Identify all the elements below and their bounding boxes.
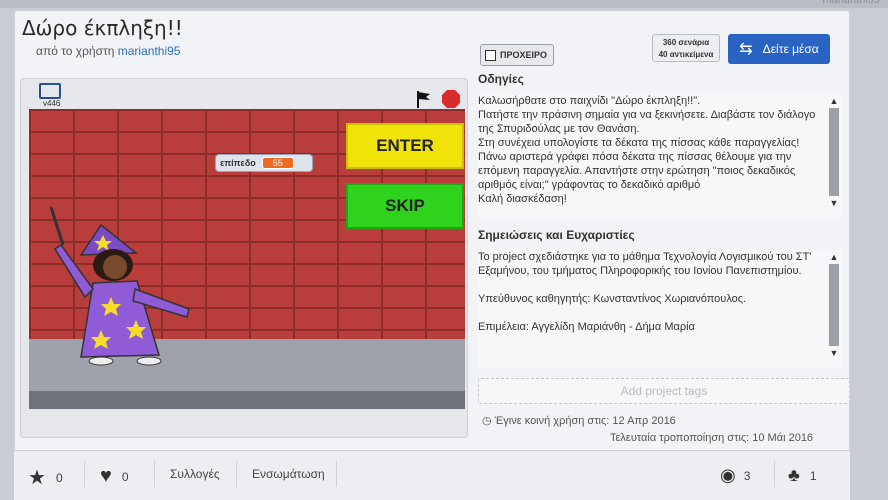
- notes-scrollbar[interactable]: ▲ ▼: [828, 252, 840, 368]
- shared-date-text: Έγινε κοινή χρήση στις: 12 Απρ 2016: [494, 415, 676, 427]
- draft-checkbox[interactable]: ΠΡΟΧΕΙΡΟ: [480, 44, 554, 66]
- see-inside-label: Δείτε μέσα: [762, 42, 819, 56]
- heart-icon[interactable]: ♥: [100, 465, 112, 488]
- divider: [154, 461, 155, 487]
- curb: [29, 391, 465, 409]
- green-flag-icon[interactable]: [415, 89, 433, 109]
- notes-box: Το project σχεδιάστηκε για το μάθημα Τεχ…: [478, 250, 842, 368]
- checkbox-icon[interactable]: [485, 49, 496, 61]
- fullscreen-icon[interactable]: [39, 83, 61, 99]
- notes-heading: Σημειώσεις και Ευχαριστίες: [478, 228, 635, 242]
- scripts-count: 360 σενάρια: [662, 38, 710, 47]
- project-tags-input[interactable]: Add project tags: [478, 378, 850, 404]
- favorite-count: 0: [55, 470, 63, 485]
- stage[interactable]: επίπεδο 55 ENTER SKIP: [29, 109, 465, 409]
- instructions-line: Καλή διασκέδαση!: [478, 193, 567, 205]
- project-title: Δώρο έκπληξη!!: [22, 16, 183, 40]
- byline-prefix: από το χρήστη: [36, 44, 115, 58]
- instructions-scrollbar[interactable]: ▲ ▼: [828, 96, 840, 214]
- views-counter: ◉ 3: [720, 465, 750, 486]
- views-count: 3: [743, 468, 751, 483]
- instructions-box: Καλωσήρθατε στο παιχνίδι "Δώρο έκπληξη!!…: [478, 94, 842, 218]
- embed-link[interactable]: Ενσωμάτωση: [252, 467, 325, 481]
- remixes-counter[interactable]: ♣ 1: [788, 465, 817, 486]
- remix-tree-icon[interactable]: ♣: [788, 465, 800, 486]
- byline: από το χρήστη marianthi95: [36, 44, 180, 58]
- favorite-button[interactable]: ★ 0: [28, 465, 63, 490]
- collections-link[interactable]: Συλλογές: [170, 467, 220, 481]
- divider: [336, 461, 337, 487]
- monitor-value: 55: [261, 157, 294, 169]
- notes-line: Το project σχεδιάστηκε για το μάθημα Τεχ…: [478, 251, 812, 277]
- enter-sprite-button[interactable]: ENTER: [346, 123, 464, 169]
- remix-arrows-icon: ⇆: [739, 41, 753, 58]
- player-controls: v446: [21, 79, 467, 109]
- eye-icon: ◉: [720, 465, 736, 485]
- project-stats: 360 σενάρια 40 αντικείμενα: [652, 34, 720, 62]
- player-version: v446: [43, 99, 61, 108]
- stop-icon[interactable]: [441, 89, 461, 109]
- top-strip: [0, 0, 888, 8]
- wizard-sprite[interactable]: [41, 205, 191, 385]
- divider: [236, 461, 237, 487]
- star-icon[interactable]: ★: [28, 465, 46, 490]
- author-link[interactable]: marianthi95: [118, 44, 181, 58]
- account-name[interactable]: marianthi95: [823, 0, 880, 6]
- bottom-bar: ★ 0 ♥ 0 Συλλογές Ενσωμάτωση ◉ 3 ♣ 1: [14, 450, 850, 500]
- shared-date: ◷ Έγινε κοινή χρήση στις: 12 Απρ 2016: [482, 414, 676, 427]
- love-button[interactable]: ♥ 0: [100, 465, 129, 488]
- divider: [774, 461, 775, 487]
- notes-line: Υπεύθυνος καθηγητής: Κωνσταντίνος Χωριαν…: [478, 293, 747, 305]
- scroll-up-icon[interactable]: ▲: [828, 96, 840, 106]
- love-count: 0: [121, 469, 129, 484]
- clock-icon: ◷: [482, 415, 492, 427]
- instructions-line: Πατήστε την πράσινη σημαία για να ξεκινή…: [478, 109, 816, 135]
- scroll-thumb[interactable]: [829, 264, 839, 346]
- instructions-line: Στη συνέχεια υπολογίστε τα δέκατα της πί…: [478, 137, 800, 191]
- remixes-count: 1: [809, 468, 817, 483]
- skip-sprite-button[interactable]: SKIP: [346, 183, 464, 229]
- draft-label: ΠΡΟΧΕΙΡΟ: [500, 50, 548, 60]
- monitor-label: επίπεδο: [220, 158, 256, 168]
- divider: [84, 461, 85, 487]
- project-player: v446 επίπεδο 55 ENTER SKIP: [20, 78, 468, 438]
- sprites-count: 40 αντικείμενα: [658, 50, 714, 59]
- scroll-up-icon[interactable]: ▲: [828, 252, 840, 262]
- level-monitor: επίπεδο 55: [215, 154, 313, 172]
- modified-date: Τελευταία τροποποίηση στις: 10 Μάι 2016: [610, 432, 814, 444]
- info-column: Οδηγίες Καλωσήρθατε στο παιχνίδι "Δώρο έ…: [478, 72, 842, 368]
- notes-line: Επιμέλεια: Αγγελίδη Μαριάνθη - Δήμα Μαρί…: [478, 321, 695, 333]
- instructions-heading: Οδηγίες: [478, 72, 524, 86]
- see-inside-button[interactable]: ⇆ Δείτε μέσα: [728, 34, 830, 64]
- scroll-down-icon[interactable]: ▼: [828, 198, 840, 208]
- scroll-thumb[interactable]: [829, 108, 839, 196]
- scroll-down-icon[interactable]: ▼: [828, 348, 840, 358]
- instructions-line: Καλωσήρθατε στο παιχνίδι "Δώρο έκπληξη!!…: [478, 95, 701, 107]
